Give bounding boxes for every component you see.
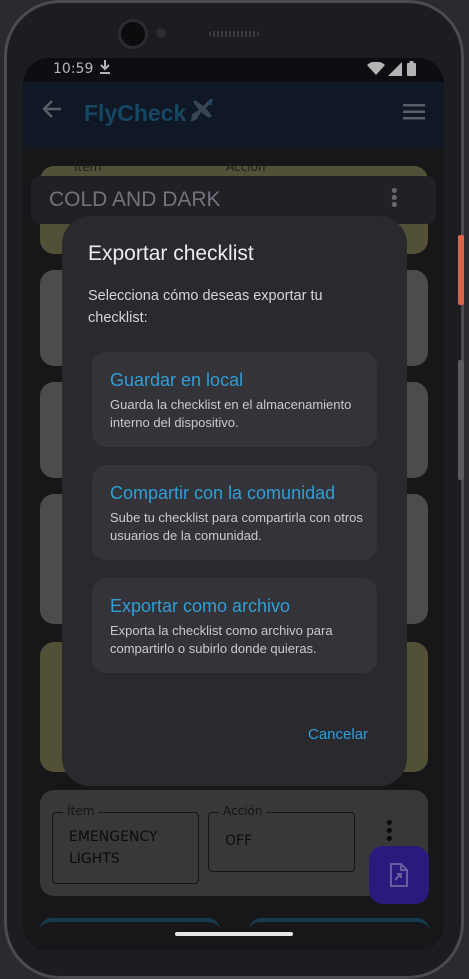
- export-dialog: Exportar checklist Selecciona cómo desea…: [62, 216, 407, 786]
- option-description: Exporta la checklist como archivo para c…: [110, 623, 333, 656]
- volume-button: [458, 360, 464, 480]
- cancel-button[interactable]: Cancelar: [308, 726, 368, 743]
- screen: 10:59 FlyCheck Ítem Acción Ítem EMENGENC…: [23, 58, 444, 951]
- option-share-community[interactable]: Compartir con la comunidad Sube tu check…: [92, 465, 377, 560]
- dialog-message: Selecciona cómo deseas exportar tu check…: [88, 288, 323, 326]
- option-title: Exportar como archivo: [110, 596, 291, 616]
- option-export-file[interactable]: Exportar como archivo Exporta la checkli…: [92, 578, 377, 673]
- power-button: [458, 235, 464, 305]
- earpiece-speaker: [209, 31, 259, 37]
- option-description: Guarda la checklist en el almacenamiento…: [110, 397, 352, 430]
- dialog-title: Exportar checklist: [88, 242, 254, 265]
- option-description: Sube tu checklist para compartirla con o…: [110, 510, 363, 543]
- phone-frame: 10:59 FlyCheck Ítem Acción Ítem EMENGENC…: [4, 0, 464, 979]
- option-title: Compartir con la comunidad: [110, 483, 336, 503]
- option-save-local[interactable]: Guardar en local Guarda la checklist en …: [92, 352, 377, 447]
- proximity-sensor: [156, 28, 166, 38]
- option-title: Guardar en local: [110, 370, 244, 390]
- front-camera: [121, 22, 145, 46]
- gesture-home-bar[interactable]: [175, 932, 293, 936]
